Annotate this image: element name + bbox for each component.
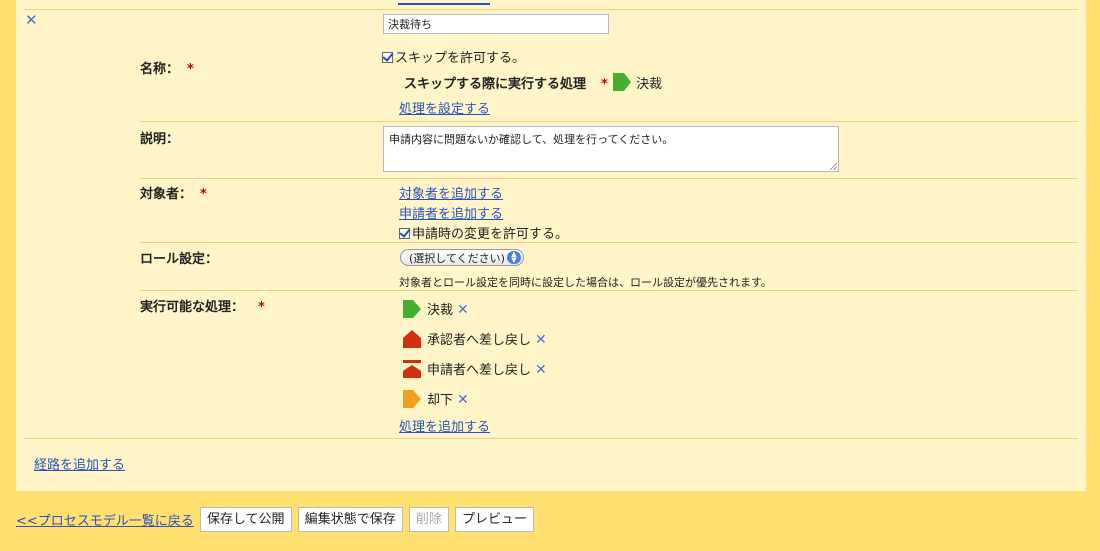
allow-skip-checkbox[interactable] [382,52,393,63]
allow-change-checkbox-row[interactable]: 申請時の変更を許可する。 [399,223,568,242]
target-label: 対象者： * [140,187,207,202]
add-target-link[interactable]: 対象者を追加する [399,183,503,202]
role-note: 対象者とロール設定を同時に設定した場合は、ロール設定が優先されます。 [399,276,772,289]
green-arrow-icon [612,73,631,91]
save-edit-button[interactable]: 編集状態で保存 [297,507,403,532]
remove-action-icon[interactable]: ✕ [457,392,469,408]
action-item-approve: 決裁 ✕ [402,299,469,319]
save-publish-button[interactable]: 保存して公開 [199,507,292,532]
allow-skip-checkbox-row[interactable]: スキップを許可する。 [382,47,525,66]
description-textarea[interactable]: 申請内容に問題ないか確認して、処理を行ってください。 [383,126,839,172]
orange-arrow-icon [403,390,421,408]
divider [140,290,1078,291]
role-label: ロール設定： [140,252,219,267]
name-input[interactable]: 決裁待ち [383,14,609,34]
add-route-link[interactable]: 経路を追加する [34,454,125,473]
allow-change-checkbox[interactable] [399,228,410,239]
chevron-updown-icon: ▲ ▼ [507,251,521,264]
back-to-list-link[interactable]: <<プロセスモデル一覧に戻る [16,514,194,529]
divider [140,242,1078,243]
remove-action-icon[interactable]: ✕ [535,362,547,378]
add-applicant-link[interactable]: 申請者を追加する [399,203,503,222]
action-item-reject: 却下 ✕ [402,389,469,409]
close-icon[interactable]: ✕ [25,12,38,28]
set-action-link[interactable]: 処理を設定する [399,98,490,117]
divider [24,9,1078,10]
skip-action-row: スキップする際に実行する処理 * 決裁 [404,72,662,92]
role-select[interactable]: (選択してください) ▲ ▼ [400,249,524,266]
description-label: 説明： [140,132,180,147]
top-link-stub [398,0,490,5]
divider [140,121,1078,122]
red-house-icon [403,330,421,348]
divider [140,178,1078,179]
red-house-bar-icon [403,360,421,378]
actions-label: 実行可能な処理： * [140,300,265,315]
remove-action-icon[interactable]: ✕ [457,302,469,318]
footer-toolbar: <<プロセスモデル一覧に戻る 保存して公開 編集状態で保存 削除 プレビュー [16,507,535,532]
route-panel: ✕ 名称： * 決裁待ち スキップを許可する。 スキップする際に実行する処理 * 決… [16,0,1086,491]
delete-button[interactable]: 削除 [408,507,449,532]
add-action-link[interactable]: 処理を追加する [399,416,490,435]
preview-button[interactable]: プレビュー [455,507,535,532]
action-item-return-applicant: 申請者へ差し戻し ✕ [402,359,547,379]
resize-grip[interactable] [830,163,837,170]
name-label: 名称： * [140,62,194,77]
remove-action-icon[interactable]: ✕ [535,332,547,348]
divider [24,438,1078,439]
green-arrow-icon [403,300,421,318]
action-item-return-approver: 承認者へ差し戻し ✕ [402,329,547,349]
